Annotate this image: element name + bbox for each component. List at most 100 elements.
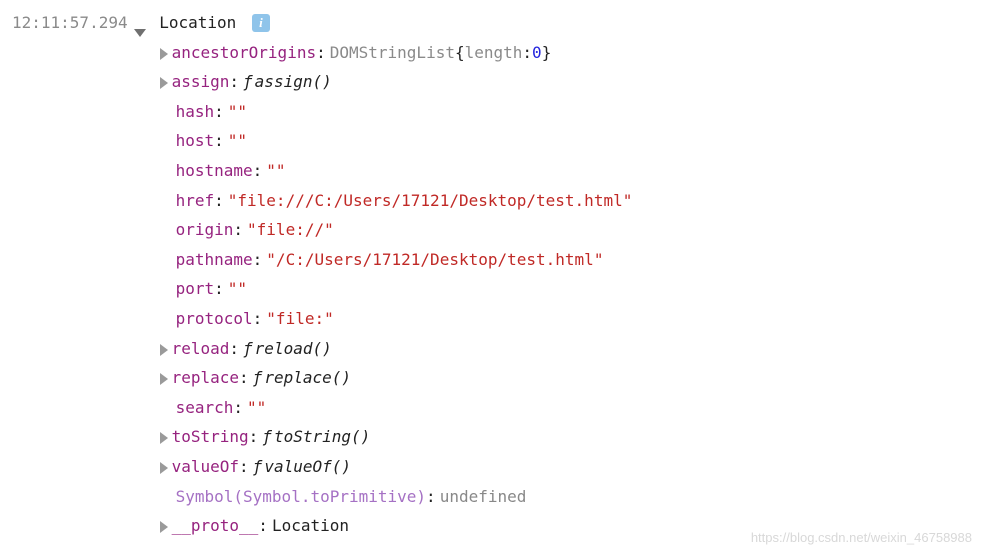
colon: : xyxy=(214,274,224,304)
property-value: undefined xyxy=(440,482,527,512)
brace-close: } xyxy=(542,38,552,68)
property-row: pathname: "/C:/Users/17121/Desktop/test.… xyxy=(160,245,970,275)
property-key: href xyxy=(176,186,215,216)
arrow-spacer xyxy=(160,136,172,146)
property-key: __proto__ xyxy=(172,511,259,541)
property-value: "file://" xyxy=(247,215,334,245)
console-log-entry: 12:11:57.294 Location i ancestorOrigins:… xyxy=(12,8,970,541)
property-value: toString() xyxy=(274,422,370,452)
arrow-spacer xyxy=(160,492,172,502)
property-value: "" xyxy=(228,274,247,304)
property-key: hash xyxy=(176,97,215,127)
inner-value: 0 xyxy=(532,38,542,68)
property-row: protocol: "file:" xyxy=(160,304,970,334)
property-row[interactable]: toString: ƒ toString() xyxy=(160,422,970,452)
colon: : xyxy=(249,422,259,452)
property-value: valueOf() xyxy=(264,452,351,482)
property-row: hostname: "" xyxy=(160,156,970,186)
chevron-right-icon[interactable] xyxy=(160,462,168,474)
property-value: "" xyxy=(228,126,247,156)
property-row: host: "" xyxy=(160,126,970,156)
colon: : xyxy=(239,452,249,482)
property-list: ancestorOrigins: DOMStringList {length: … xyxy=(160,38,970,541)
property-row[interactable]: __proto__: Location xyxy=(160,511,970,541)
property-row: search: "" xyxy=(160,393,970,423)
property-key: replace xyxy=(172,363,239,393)
colon: : xyxy=(229,67,239,97)
colon: : xyxy=(426,482,436,512)
property-value: "" xyxy=(247,393,266,423)
property-value: replace() xyxy=(264,363,351,393)
colon: : xyxy=(214,186,224,216)
object-root[interactable]: Location i ancestorOrigins: DOMStringLis… xyxy=(134,8,970,541)
property-row[interactable]: reload: ƒ reload() xyxy=(160,334,970,364)
property-row[interactable]: replace: ƒ replace() xyxy=(160,363,970,393)
colon: : xyxy=(239,363,249,393)
chevron-right-icon[interactable] xyxy=(160,373,168,385)
colon: : xyxy=(233,215,243,245)
property-value: Location xyxy=(272,511,349,541)
object-name: Location xyxy=(159,13,236,32)
inner-key: length xyxy=(465,38,523,68)
arrow-spacer xyxy=(160,284,172,294)
property-key: toString xyxy=(172,422,249,452)
property-key: Symbol(Symbol.toPrimitive) xyxy=(176,482,426,512)
arrow-spacer xyxy=(160,196,172,206)
chevron-right-icon[interactable] xyxy=(160,344,168,356)
property-key: host xyxy=(176,126,215,156)
colon: : xyxy=(214,126,224,156)
property-row[interactable]: valueOf: ƒ valueOf() xyxy=(160,452,970,482)
arrow-spacer xyxy=(160,225,172,235)
property-value: "/C:/Users/17121/Desktop/test.html" xyxy=(266,245,603,275)
function-icon: ƒ xyxy=(243,67,253,97)
timestamp: 12:11:57.294 xyxy=(12,8,128,38)
property-value: "file:" xyxy=(266,304,333,334)
property-key: port xyxy=(176,274,215,304)
chevron-right-icon[interactable] xyxy=(160,432,168,444)
function-icon: ƒ xyxy=(262,422,272,452)
chevron-right-icon[interactable] xyxy=(160,521,168,533)
colon: : xyxy=(253,304,263,334)
property-row: href: "file:///C:/Users/17121/Desktop/te… xyxy=(160,186,970,216)
property-key: ancestorOrigins xyxy=(172,38,317,68)
property-key: search xyxy=(176,393,234,423)
property-value: assign() xyxy=(255,67,332,97)
property-key: reload xyxy=(172,334,230,364)
property-value: reload() xyxy=(255,334,332,364)
info-icon[interactable]: i xyxy=(252,14,270,32)
colon: : xyxy=(258,511,268,541)
colon: : xyxy=(253,156,263,186)
property-row: Symbol(Symbol.toPrimitive): undefined xyxy=(160,482,970,512)
property-row[interactable]: ancestorOrigins: DOMStringList {length: … xyxy=(160,38,970,68)
chevron-right-icon[interactable] xyxy=(160,48,168,60)
property-key: assign xyxy=(172,67,230,97)
colon: : xyxy=(214,97,224,127)
colon: : xyxy=(229,334,239,364)
type-name: DOMStringList xyxy=(330,38,455,68)
property-key: valueOf xyxy=(172,452,239,482)
arrow-spacer xyxy=(160,107,172,117)
property-row: port: "" xyxy=(160,274,970,304)
arrow-spacer xyxy=(160,166,172,176)
chevron-right-icon[interactable] xyxy=(160,77,168,89)
property-row: hash: "" xyxy=(160,97,970,127)
function-icon: ƒ xyxy=(253,363,263,393)
arrow-spacer xyxy=(160,314,172,324)
colon: : xyxy=(253,245,263,275)
function-icon: ƒ xyxy=(253,452,263,482)
property-row[interactable]: assign: ƒ assign() xyxy=(160,67,970,97)
property-value: "" xyxy=(228,97,247,127)
property-key: protocol xyxy=(176,304,253,334)
function-icon: ƒ xyxy=(243,334,253,364)
expand-toggle-icon[interactable] xyxy=(134,29,146,37)
property-value: "file:///C:/Users/17121/Desktop/test.htm… xyxy=(228,186,633,216)
property-key: pathname xyxy=(176,245,253,275)
brace-open: { xyxy=(455,38,465,68)
arrow-spacer xyxy=(160,403,172,413)
property-key: hostname xyxy=(176,156,253,186)
arrow-spacer xyxy=(160,255,172,265)
property-row: origin: "file://" xyxy=(160,215,970,245)
colon: : xyxy=(316,38,326,68)
colon: : xyxy=(233,393,243,423)
property-key: origin xyxy=(176,215,234,245)
